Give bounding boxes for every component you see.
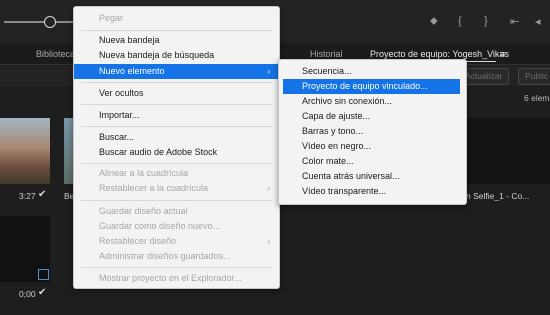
menu-separator — [81, 126, 272, 127]
submenu-item-proyecto-equipo[interactable]: Proyecto de equipo vinculado... — [283, 79, 460, 94]
menu-item-nuevo-elemento[interactable]: Nuevo elemento › — [74, 64, 279, 79]
chevron-right-icon: › — [267, 237, 270, 246]
submenu-item-cuenta-atras[interactable]: Cuenta atrás universal... — [279, 169, 466, 184]
menu-separator — [81, 200, 272, 201]
submenu-nuevo-elemento: Secuencia... Proyecto de equipo vinculad… — [278, 59, 467, 205]
in-point-icon[interactable]: { — [458, 15, 462, 27]
checkmark-icon: ✔ — [38, 189, 47, 200]
submenu-item-barras-tono[interactable]: Barras y tono... — [279, 124, 466, 139]
tab-biblioteca[interactable]: Biblioteca — [36, 49, 75, 59]
menu-item-ver-ocultos[interactable]: Ver ocultos — [74, 86, 279, 101]
menu-item-label: Nuevo elemento — [99, 66, 165, 76]
publicar-button[interactable]: Public — [518, 68, 550, 85]
clip-duration: 0;00 — [19, 289, 36, 299]
tab-historial[interactable]: Historial — [310, 49, 343, 59]
submenu-item-video-negro[interactable]: Vídeo en negro... — [279, 139, 466, 154]
zoom-slider-knob[interactable] — [44, 16, 56, 28]
chevron-right-icon: › — [267, 67, 270, 76]
chevron-right-icon: › — [267, 184, 270, 193]
submenu-item-color-mate[interactable]: Color mate... — [279, 154, 466, 169]
step-back-icon[interactable]: ◂ — [535, 15, 541, 28]
menu-item-nueva-bandeja-busqueda[interactable]: Nueva bandeja de búsqueda — [74, 48, 279, 63]
menu-item-restablecer-cuadricula[interactable]: Restablecer a la cuadrícula › — [74, 181, 279, 196]
tab-menu-icon[interactable]: ≡ — [500, 49, 505, 59]
context-menu: Pegar Nueva bandeja Nueva bandeja de bús… — [73, 6, 280, 289]
menu-separator — [81, 104, 272, 105]
element-count: 6 elem — [524, 93, 550, 103]
menu-separator — [81, 82, 272, 83]
menu-item-restablecer-diseno[interactable]: Restablecer diseño › — [74, 234, 279, 249]
menu-item-administrar-disenos[interactable]: Administrar diseños guardados... — [74, 249, 279, 264]
go-to-in-icon[interactable]: ⇤ — [510, 15, 519, 28]
submenu-item-secuencia[interactable]: Secuencia... — [279, 64, 466, 79]
menu-separator — [81, 30, 272, 31]
menu-separator — [81, 163, 272, 164]
menu-item-guardar-diseno-nuevo[interactable]: Guardar como diseño nuevo... — [74, 219, 279, 234]
tab-project[interactable]: Proyecto de equipo: Yogesh_Vikas — [370, 49, 509, 59]
checkmark-icon: ✔ — [38, 287, 47, 298]
submenu-item-archivo-sin-conexion[interactable]: Archivo sin conexión... — [279, 94, 466, 109]
submenu-item-capa-ajuste[interactable]: Capa de ajuste... — [279, 109, 466, 124]
submenu-item-video-transparente[interactable]: Vídeo transparente... — [279, 184, 466, 199]
clip-thumbnail[interactable] — [0, 118, 50, 184]
menu-separator — [81, 267, 272, 268]
menu-item-guardar-diseno-actual[interactable]: Guardar diseño actual — [74, 204, 279, 219]
menu-item-label: Restablecer a la cuadrícula — [99, 183, 209, 193]
menu-item-buscar-audio-stock[interactable]: Buscar audio de Adobe Stock — [74, 145, 279, 160]
zoom-slider-track[interactable] — [4, 21, 74, 23]
menu-item-alinear-cuadricula[interactable]: Alinear a la cuadrícula — [74, 166, 279, 181]
menu-item-label: Restablecer diseño — [99, 236, 177, 246]
menu-item-importar[interactable]: Importar... — [74, 108, 279, 123]
menu-item-mostrar-explorador[interactable]: Mostrar proyecto en el Explorador... — [74, 271, 279, 286]
clip-badge-icon — [38, 269, 49, 280]
menu-item-pegar[interactable]: Pegar — [74, 11, 279, 26]
out-point-icon[interactable]: } — [484, 15, 488, 27]
marker-icon[interactable]: ⬥ — [430, 15, 438, 28]
clip-thumbnail[interactable] — [464, 118, 550, 184]
clip-duration: 3:27 — [19, 191, 36, 201]
clip-label: n Selfie_1 - Co... — [466, 191, 530, 201]
menu-item-nueva-bandeja[interactable]: Nueva bandeja — [74, 33, 279, 48]
menu-item-buscar[interactable]: Buscar... — [74, 130, 279, 145]
